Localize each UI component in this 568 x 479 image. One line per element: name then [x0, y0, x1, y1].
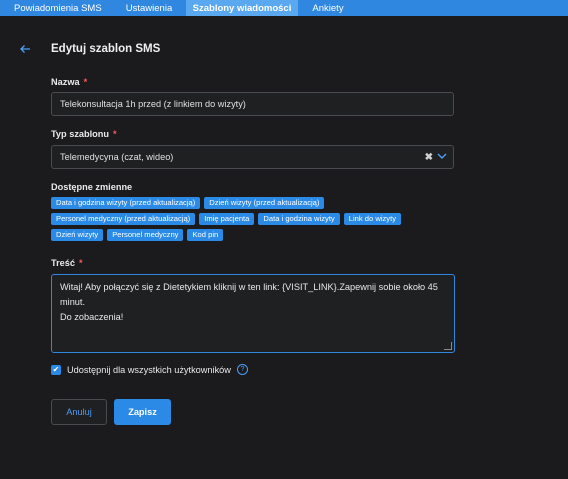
top-tabs: Powiadomienia SMS Ustawienia Szablony wi…	[0, 0, 568, 16]
content-text: Witaj! Aby połączyć się z Dietetykiem kl…	[60, 282, 340, 292]
back-arrow-icon[interactable]	[19, 43, 33, 57]
variables-chips: Data i godzina wizyty (przed aktualizacj…	[51, 197, 461, 245]
variable-chip[interactable]: Dzień wizyty (przed aktualizacją)	[204, 197, 325, 209]
required-marker: *	[79, 258, 83, 268]
variables-label: Dostępne zmienne	[51, 182, 133, 192]
share-checkbox[interactable]: ✔	[51, 364, 61, 375]
tab-settings[interactable]: Ustawienia	[112, 0, 186, 16]
tab-surveys[interactable]: Ankiety	[298, 0, 358, 16]
content-label: Treść *	[51, 258, 83, 268]
page-title: Edytuj szablon SMS	[51, 43, 161, 55]
variable-chip[interactable]: Imię pacjenta	[199, 213, 255, 225]
variable-chip[interactable]: Data i godzina wizyty (przed aktualizacj…	[51, 197, 201, 209]
content-line: Witaj! Aby połączyć się z Dietetykiem kl…	[60, 280, 446, 310]
template-type-label: Typ szablonu *	[51, 129, 117, 139]
chip-row: Personel medyczny (przed aktualizacją) I…	[51, 213, 461, 225]
chevron-down-icon[interactable]	[437, 150, 447, 162]
variable-chip[interactable]: Dzień wizyty	[51, 229, 104, 241]
tab-message-templates[interactable]: Szablony wiadomości	[186, 0, 298, 16]
required-marker: *	[113, 129, 117, 139]
content-label-text: Treść	[51, 258, 76, 268]
content-line: Do zobaczenia!	[60, 312, 124, 322]
variable-chip[interactable]: Personel medyczny	[107, 229, 184, 241]
variable-chip[interactable]: Data i godzina wizyty	[258, 213, 340, 225]
name-input-value: Telekonsultacja 1h przed (z linkiem do w…	[60, 99, 246, 109]
share-row: ✔ Udostępnij dla wszystkich użytkowników…	[51, 364, 248, 375]
save-button[interactable]: Zapisz	[114, 399, 171, 425]
name-label: Nazwa *	[51, 77, 87, 87]
variable-chip[interactable]: Kod pin	[187, 229, 224, 241]
template-type-value: Telemedycyna (czat, wideo)	[60, 152, 174, 162]
cancel-button[interactable]: Anuluj	[51, 399, 107, 425]
name-input[interactable]: Telekonsultacja 1h przed (z linkiem do w…	[51, 92, 454, 116]
chip-row: Data i godzina wizyty (przed aktualizacj…	[51, 197, 461, 209]
variable-chip[interactable]: Personel medyczny (przed aktualizacją)	[51, 213, 196, 225]
content-textarea[interactable]: Witaj! Aby połączyć się z Dietetykiem kl…	[51, 274, 455, 353]
name-label-text: Nazwa	[51, 77, 80, 87]
variable-chip[interactable]: Link do wizyty	[343, 213, 402, 225]
required-marker: *	[83, 77, 88, 87]
resize-grip-icon[interactable]	[444, 342, 452, 350]
template-type-label-text: Typ szablonu	[51, 129, 110, 139]
share-label: Udostępnij dla wszystkich użytkowników	[67, 364, 231, 375]
tab-sms-notifications[interactable]: Powiadomienia SMS	[0, 0, 112, 16]
clear-icon[interactable]: ✖	[425, 152, 433, 163]
template-type-select[interactable]: Telemedycyna (czat, wideo) ✖	[51, 145, 454, 169]
chip-row: Dzień wizyty Personel medyczny Kod pin	[51, 229, 461, 241]
help-icon[interactable]: ?	[236, 364, 248, 375]
